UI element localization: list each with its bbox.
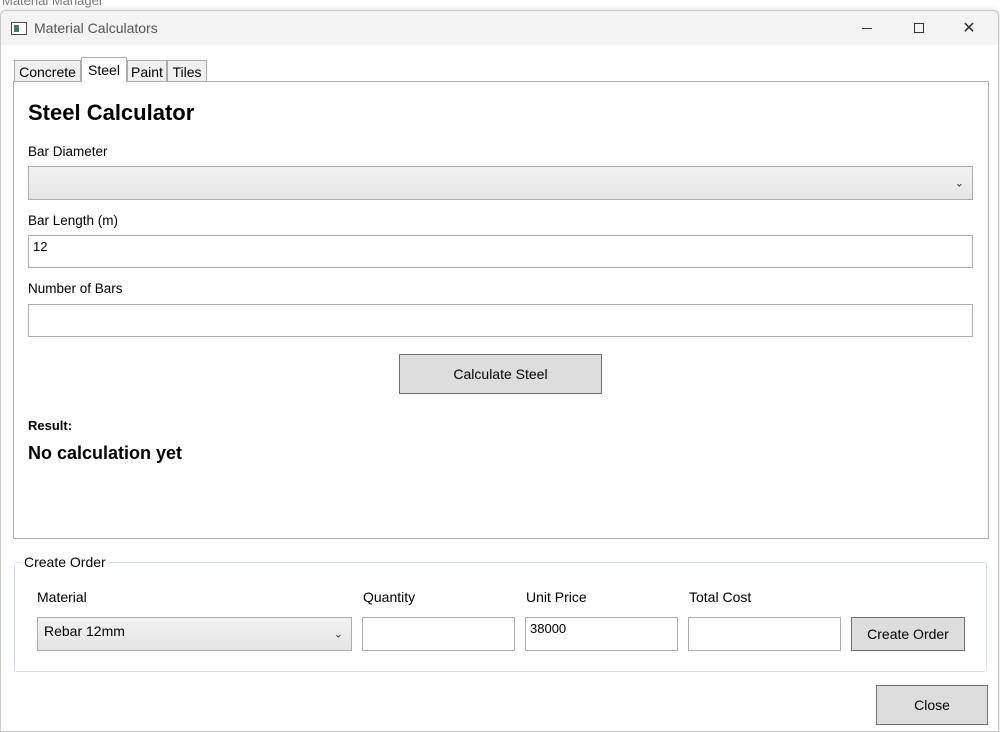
window-close-button[interactable]: ✕ [946,11,992,45]
material-dropdown[interactable]: Rebar 12mm ⌄ [37,617,352,651]
number-of-bars-label: Number of Bars [28,281,123,296]
tab-tiles[interactable]: Tiles [167,60,207,82]
bar-length-field[interactable]: 12 [28,235,973,268]
total-cost-label: Total Cost [689,589,752,605]
bar-length-label: Bar Length (m) [28,213,119,228]
maximize-button[interactable] [896,11,942,45]
create-order-group: Create Order Material Quantity Unit Pric… [14,554,987,672]
create-order-group-title: Create Order [21,554,109,570]
total-cost-field[interactable] [688,617,841,651]
material-calculators-window: Material Calculators ✕ Concrete Steel Pa… [0,10,999,732]
unit-price-field[interactable]: 38000 [525,617,678,651]
calculate-steel-button[interactable]: Calculate Steel [399,354,602,394]
material-value: Rebar 12mm [44,623,125,639]
close-icon: ✕ [962,20,976,37]
parent-window-title: Material Manager [2,0,104,8]
app-window-icon [11,22,27,35]
number-of-bars-field[interactable] [28,304,973,337]
result-value: No calculation yet [28,443,183,463]
window-title: Material Calculators [34,20,158,36]
quantity-label: Quantity [363,589,416,605]
unit-price-label: Unit Price [526,589,587,605]
chevron-down-icon: ⌄ [333,628,343,641]
create-order-button[interactable]: Create Order [851,617,965,651]
minimize-button[interactable] [844,11,890,45]
material-label: Material [37,589,87,605]
bar-diameter-dropdown[interactable]: ⌄ [28,166,973,200]
maximize-icon [914,23,924,33]
steel-tab-panel: Steel Calculator Bar Diameter ⌄ Bar Leng… [13,81,989,539]
tab-concrete[interactable]: Concrete [14,60,81,82]
chevron-down-icon: ⌄ [954,177,964,190]
tab-paint[interactable]: Paint [127,60,167,82]
minimize-icon [862,27,872,29]
quantity-field[interactable] [362,617,515,651]
bar-diameter-label: Bar Diameter [28,144,108,159]
title-bar: Material Calculators ✕ [1,11,998,45]
result-label: Result: [28,418,73,433]
close-button[interactable]: Close [876,685,988,725]
page-title: Steel Calculator [28,100,195,125]
tab-steel[interactable]: Steel [81,57,127,82]
